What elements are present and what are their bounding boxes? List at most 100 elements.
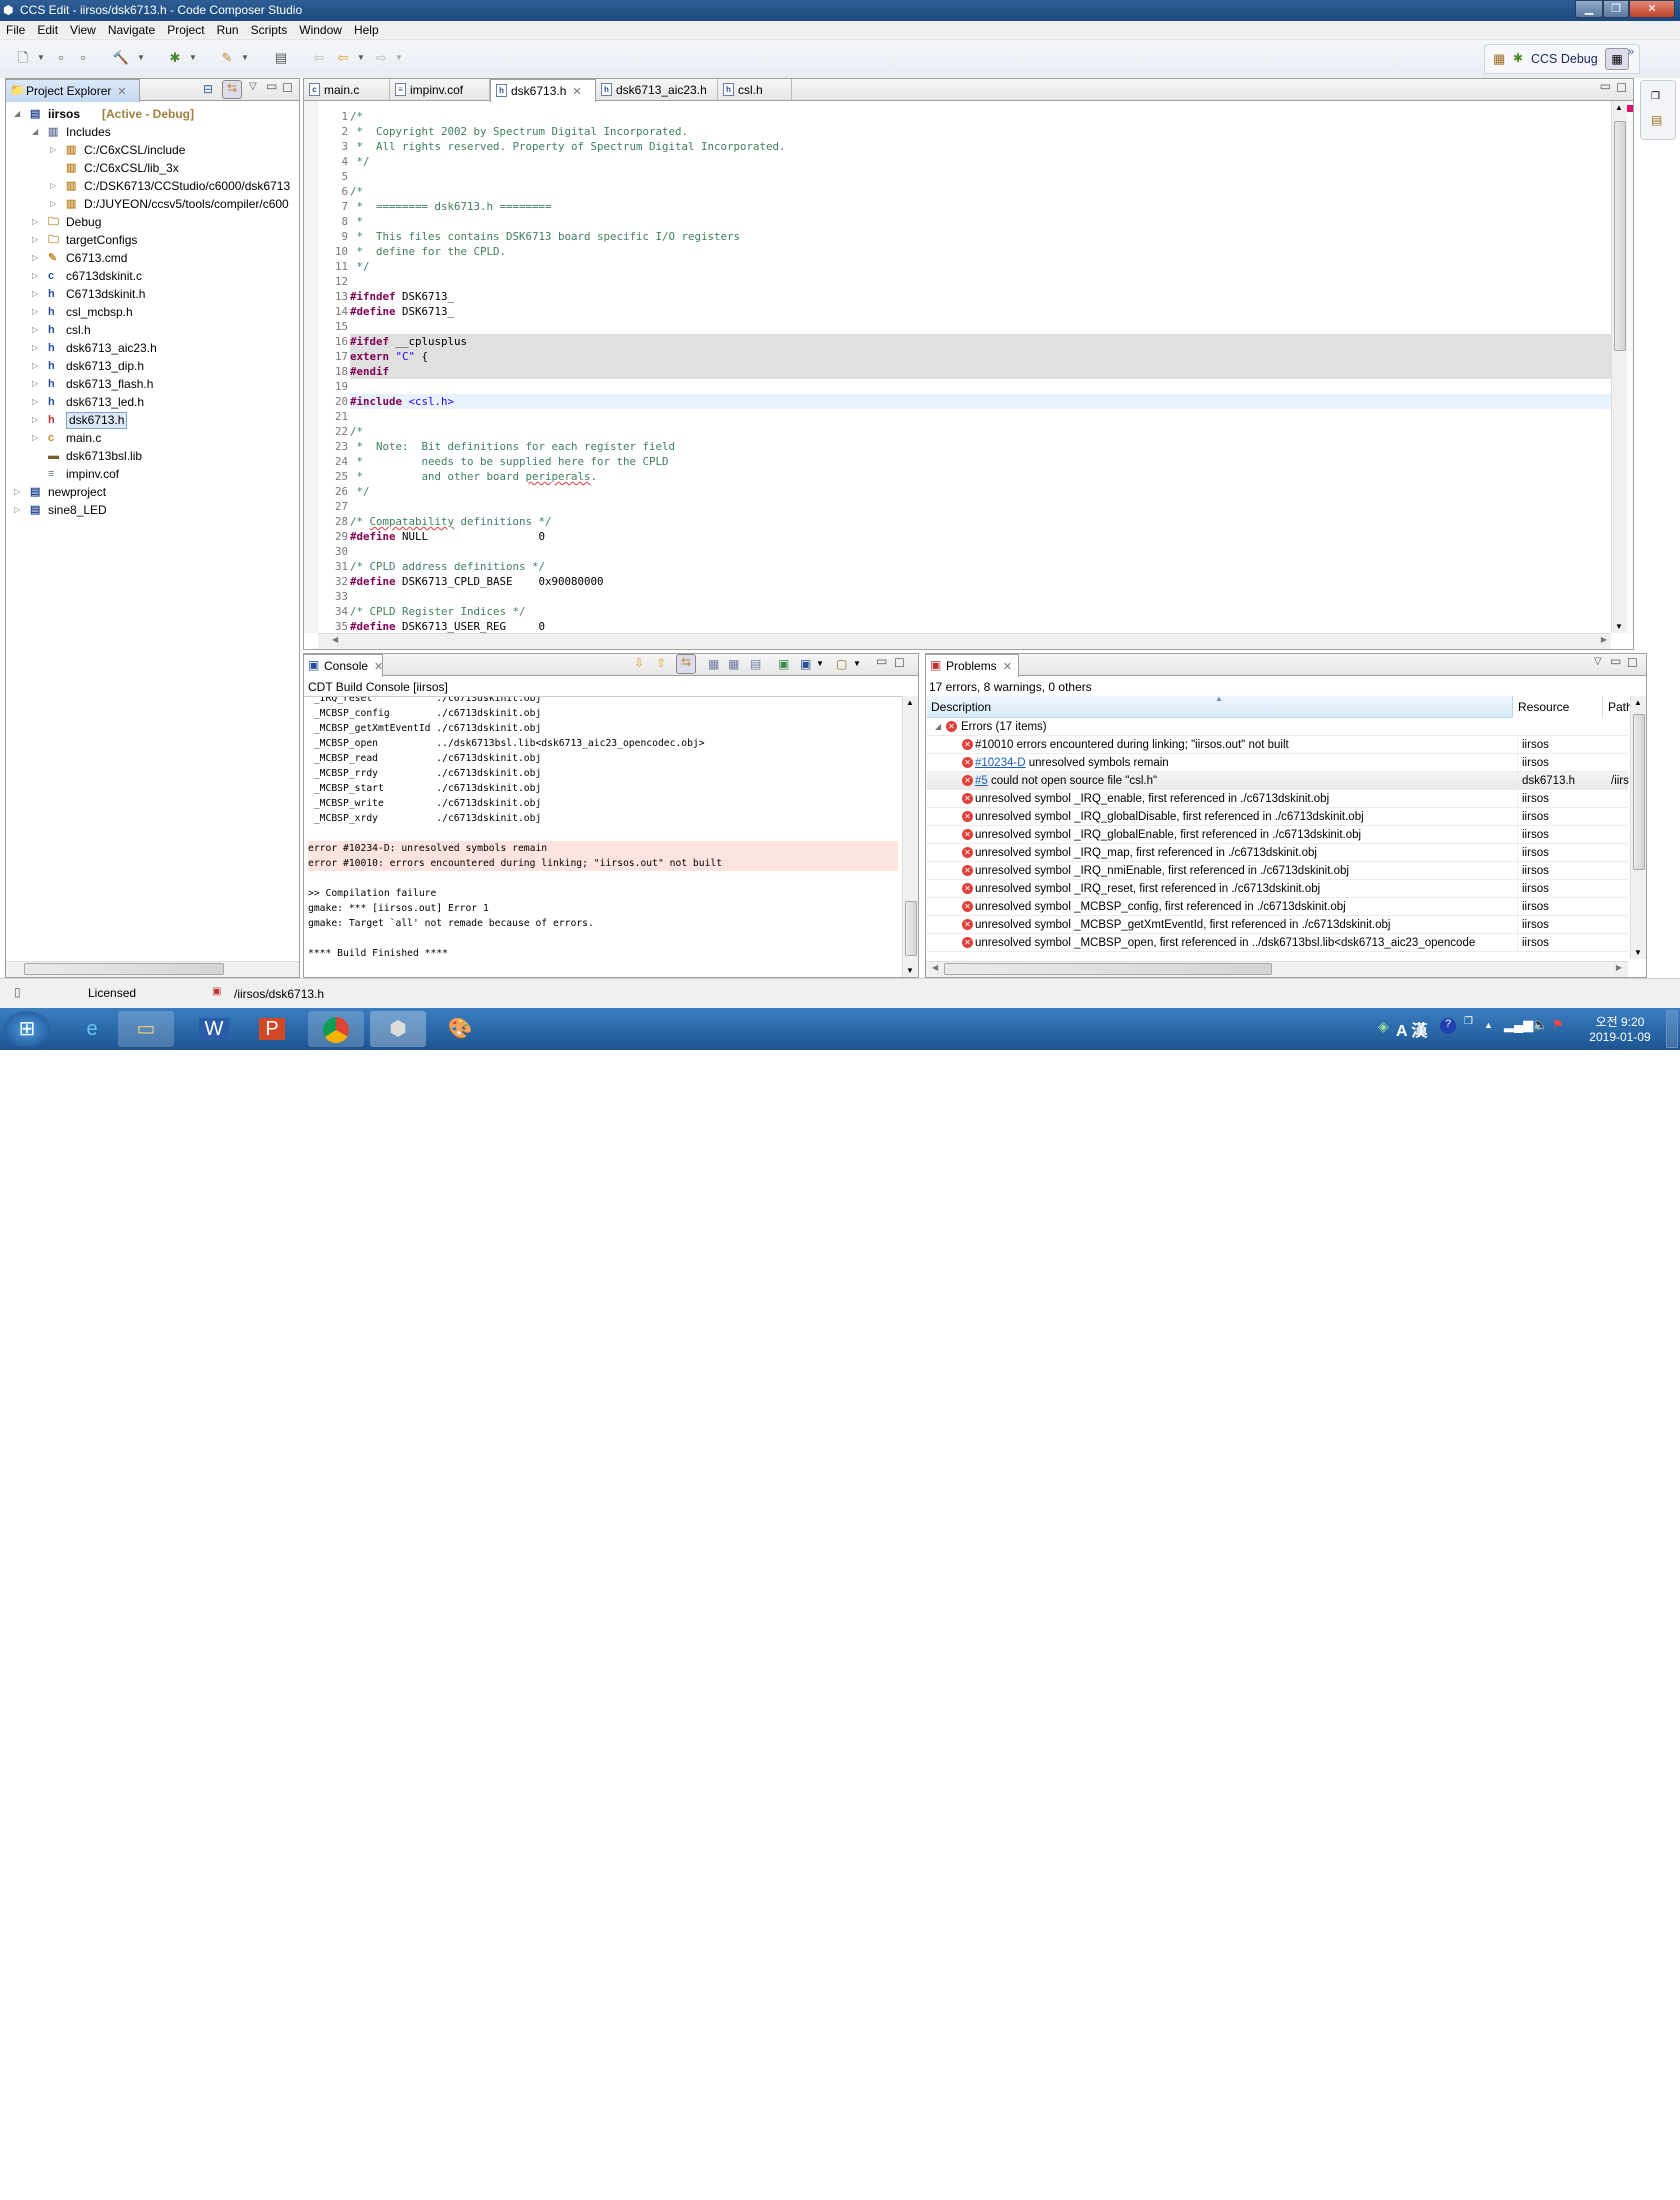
code-line[interactable]: 28/* Compatability definitions */ [318,514,1611,529]
menu-help[interactable]: Help [348,21,385,37]
tab-csl-h[interactable]: h csl.h [718,79,792,101]
column-path[interactable]: Path [1602,696,1630,718]
flash-dropdown-icon[interactable]: ▼ [236,50,254,66]
scroll-left-icon[interactable]: ◀ [332,635,338,644]
scroll-left-icon[interactable]: ◀ [932,963,938,972]
save-all-icon[interactable]: ▫ [74,50,92,66]
expand-icon[interactable]: ▷ [32,429,38,447]
last-edit-icon[interactable]: ⇦ [310,50,328,66]
file-explorer-icon[interactable]: ▭ [118,1011,174,1047]
tab-project-explorer[interactable]: 📁 Project Explorer ✕ [5,79,140,102]
menu-navigate[interactable]: Navigate [102,21,161,37]
paint-icon[interactable]: 🎨 [432,1011,488,1047]
minimize-view-icon[interactable]: ▭ [266,79,277,93]
tab-main-c[interactable]: c main.c [304,79,390,101]
code-line[interactable]: 5 [318,169,1611,184]
ime-mode[interactable]: A 漢 [1396,1017,1427,1041]
show-hidden-icons[interactable]: ▲ [1484,1020,1493,1030]
scrollbar-thumb[interactable] [1614,121,1626,351]
column-resource[interactable]: Resource [1512,696,1602,718]
display-console-dropdown-icon[interactable]: ▼ [816,659,824,668]
code-line[interactable]: 27 [318,499,1611,514]
code-line[interactable]: 21 [318,409,1611,424]
problem-row[interactable]: ✕ unresolved symbol _IRQ_enable, first re… [927,790,1628,808]
code-line[interactable]: 15 [318,319,1611,334]
forward-dropdown-icon[interactable]: ▼ [390,50,408,66]
help-icon[interactable]: ? [1440,1018,1456,1034]
language-bar-icon[interactable]: ◈ [1378,1018,1389,1035]
scroll-lock-icon[interactable]: ⇆ [676,654,696,674]
maximize-editor-icon[interactable]: ☐ [1616,81,1627,95]
close-icon[interactable]: ✕ [1003,661,1012,673]
copy-build-log-icon[interactable]: ▦ [708,657,719,671]
perspective-ccs-debug[interactable]: CCS Debug [1531,52,1598,66]
expand-icon[interactable]: ▷ [32,393,38,411]
tab-dsk6713-aic23-h[interactable]: h dsk6713_aic23.h [596,79,718,101]
code-line[interactable]: 32 #define DSK6713_CPLD_BASE 0x90080000 [318,574,1611,589]
error-overview-marker[interactable] [1627,105,1633,112]
scroll-down-icon[interactable]: ▼ [1634,948,1642,957]
new-console-dropdown-icon[interactable]: ▼ [853,659,861,668]
scroll-up-icon[interactable]: ▲ [1634,698,1642,707]
expand-icon[interactable]: ◢ [32,123,38,141]
code-line[interactable]: 29 #define NULL 0 [318,529,1611,544]
minimize-editor-icon[interactable]: ▭ [1600,79,1611,93]
debug-bug-icon[interactable]: ✱ [166,50,184,66]
scroll-up-icon[interactable]: ▲ [1615,103,1623,112]
build-hammer-icon[interactable]: 🔨 [112,50,130,66]
previous-error-icon[interactable]: ⇧ [656,656,666,670]
scroll-down-icon[interactable]: ▼ [906,966,914,975]
link-with-editor-icon[interactable]: ⇆ [222,80,242,99]
action-center-icon[interactable]: ⚑ [1552,1017,1564,1033]
new-dropdown-icon[interactable]: ▼ [32,50,50,66]
word-icon[interactable]: W [186,1011,242,1047]
problem-row[interactable]: ✕ #10010 errors encountered during linkin… [927,736,1628,754]
menu-run[interactable]: Run [211,21,245,37]
close-button[interactable]: ✕ [1629,0,1675,18]
code-line[interactable]: 33 [318,589,1611,604]
chrome-icon[interactable] [308,1011,364,1047]
collapse-icon[interactable]: ◢ [935,718,941,736]
tab-impinv-cof[interactable]: ≡ impinv.cof [390,79,490,101]
code-line[interactable]: 2 * Copyright 2002 by Spectrum Digital I… [318,124,1611,139]
code-line[interactable]: 35 #define DSK6713_USER_REG 0 [318,619,1611,633]
code-line[interactable]: 23 * Note: Bit definitions for each regi… [318,439,1611,454]
expand-icon[interactable]: ▷ [32,285,38,303]
expand-icon[interactable]: ▷ [32,357,38,375]
pin-console-icon[interactable]: ▦ [728,657,739,671]
expand-icon[interactable]: ▷ [32,339,38,357]
menu-edit[interactable]: Edit [31,21,64,37]
clear-console-icon[interactable]: ▤ [750,657,761,671]
minimize-view-icon[interactable]: ▭ [1610,654,1621,668]
code-line[interactable]: 13 #ifndef DSK6713_ [318,289,1611,304]
clock-time[interactable]: 오전 9:20 [1588,1013,1652,1030]
close-icon[interactable]: ✕ [374,661,383,673]
console-output[interactable]: _IRQ_reset ./c6713dskinit.obj _MCBSP_con… [304,696,918,977]
maximize-view-icon[interactable]: ☐ [894,656,905,670]
new-console-icon[interactable]: ▢ [836,657,847,671]
code-area[interactable]: 1/* 2 * Copyright 2002 by Spectrum Digita… [318,101,1633,633]
open-perspective-icon[interactable]: ▦ [1493,51,1505,67]
problem-row[interactable]: ✕ #10234-D unresolved symbols remain iirso… [927,754,1628,772]
expand-icon[interactable]: ▷ [32,375,38,393]
code-line[interactable]: 10 * define for the CPLD. [318,244,1611,259]
view-menu-icon[interactable]: ▽ [1594,656,1602,667]
code-line[interactable]: 26 */ [318,484,1611,499]
expand-icon[interactable]: ◢ [14,105,20,123]
error-group-row[interactable]: ◢ ✕ Errors (17 items) [927,718,1628,736]
code-line[interactable]: 8 * [318,214,1611,229]
code-line[interactable]: 1/* [318,109,1611,124]
problem-row[interactable]: ✕ #5 could not open source file "csl.h" ds… [927,772,1629,790]
expand-icon[interactable]: ▷ [32,321,38,339]
code-line[interactable]: 9 * This files contains DSK6713 board sp… [318,229,1611,244]
scrollbar-thumb[interactable] [24,963,224,975]
problem-id-link[interactable]: #5 [975,775,988,787]
code-composer-studio-icon[interactable]: ⬢ [370,1011,426,1047]
close-icon[interactable]: ✕ [117,86,126,98]
code-line[interactable]: 14 #define DSK6713_ [318,304,1611,319]
expand-icon[interactable]: ▷ [32,249,38,267]
flash-icon[interactable]: ✎ [218,50,236,66]
menu-project[interactable]: Project [161,21,210,37]
scrollbar-thumb[interactable] [905,901,917,956]
clock-date[interactable]: 2019-01-09 [1582,1030,1658,1044]
